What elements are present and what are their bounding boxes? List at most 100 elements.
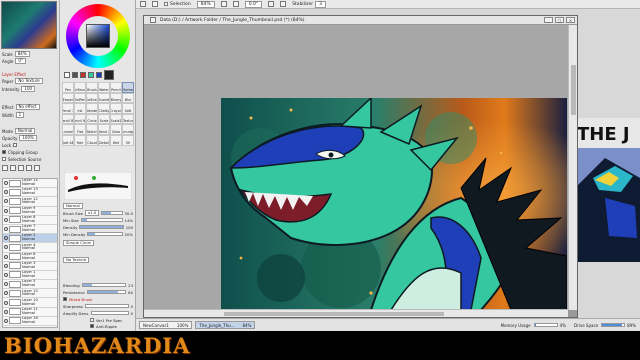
paper-select[interactable]: No Texture xyxy=(15,77,43,85)
layer-visibility-icon[interactable] xyxy=(4,190,8,195)
tool-button[interactable]: Hair xyxy=(74,134,86,146)
layer-visibility-icon[interactable] xyxy=(4,272,8,277)
layer-visibility-icon[interactable] xyxy=(4,181,8,186)
tool-button[interactable]: Soft xyxy=(122,103,134,114)
rotation-select[interactable]: 0.0° xyxy=(244,0,263,8)
tool-button[interactable]: Circle xyxy=(86,113,98,125)
tool-button[interactable]: Sketch xyxy=(86,124,98,135)
flip-icon[interactable] xyxy=(280,1,287,7)
tool-button[interactable]: Soft AB xyxy=(62,134,74,146)
swatch-white[interactable] xyxy=(64,72,70,78)
layer-row[interactable]: Layer 13 Normal xyxy=(3,188,57,198)
layer-visibility-icon[interactable] xyxy=(4,208,8,213)
tool-button[interactable]: Ink xyxy=(74,103,86,114)
tool-button[interactable]: SelEras xyxy=(86,92,98,104)
tool-button[interactable]: Wet xyxy=(110,134,122,146)
swatch-red[interactable] xyxy=(80,72,86,78)
blending-slider[interactable] xyxy=(81,283,127,287)
tool-button[interactable]: Chalky xyxy=(98,103,110,114)
tool-button[interactable]: Pencil NA xyxy=(74,113,86,125)
tool-button[interactable]: Cloud xyxy=(86,134,98,146)
layer-visibility-icon[interactable] xyxy=(4,309,8,314)
selection-toggle[interactable]: Selection xyxy=(164,2,191,7)
angle-value[interactable]: 0° xyxy=(15,57,26,65)
tool-button[interactable]: Pencil BE xyxy=(62,113,74,125)
tool-button[interactable]: Glow xyxy=(110,124,122,135)
tool-button[interactable]: Water xyxy=(98,82,110,93)
zoom-select[interactable]: 84% xyxy=(196,0,215,8)
intensity-value[interactable]: 100 xyxy=(21,85,36,93)
tool-button[interactable]: Scale2 xyxy=(110,113,122,125)
tool-button[interactable]: Blend 2 xyxy=(98,124,110,135)
navigator-preview[interactable] xyxy=(1,1,57,49)
maximize-button[interactable]: □ xyxy=(555,17,564,23)
layer-visibility-icon[interactable] xyxy=(4,318,8,323)
layer-visibility-icon[interactable] xyxy=(4,291,8,296)
layer-visibility-icon[interactable] xyxy=(4,263,8,268)
tool-button[interactable]: Oil xyxy=(122,134,134,146)
density-slider[interactable] xyxy=(79,225,124,229)
layer-visibility-icon[interactable] xyxy=(4,254,8,259)
lock-checkbox[interactable] xyxy=(13,143,18,147)
swatch-gray[interactable] xyxy=(72,72,78,78)
vertical-scrollbar[interactable] xyxy=(568,25,577,310)
selection-source-checkbox[interactable] xyxy=(2,157,6,161)
tool-button[interactable]: Marker xyxy=(122,82,134,93)
layer-row[interactable]: Layer 5 Normal xyxy=(3,280,57,290)
dragon-artwork-canvas[interactable] xyxy=(221,98,567,310)
brush-texture-select[interactable]: No Texture xyxy=(63,256,90,264)
layer-visibility-icon[interactable] xyxy=(4,245,8,250)
blend-mode-select[interactable]: Normal xyxy=(14,127,36,135)
swatch-teal[interactable] xyxy=(88,72,94,78)
layer-visibility-icon[interactable] xyxy=(4,282,8,287)
tool-button[interactable]: Lineart xyxy=(62,124,74,135)
effect-select[interactable]: No effect xyxy=(15,103,40,111)
tool-button[interactable]: Pencil 2 xyxy=(62,103,74,114)
ver1-checkbox[interactable] xyxy=(90,318,94,322)
tool-button[interactable]: Detail xyxy=(98,134,110,146)
brush-size-slider[interactable] xyxy=(101,211,123,215)
canvas-tab-1[interactable]: NewCanvas1 100% xyxy=(139,321,193,329)
layer-row[interactable]: Layer 2 Normal xyxy=(3,234,57,244)
tool-button[interactable]: Scale xyxy=(98,113,110,125)
layer-visibility-icon[interactable] xyxy=(4,199,8,204)
color-wheel[interactable] xyxy=(66,4,130,68)
scale-value[interactable]: 84% xyxy=(14,50,30,58)
tool-button[interactable]: Binary xyxy=(110,92,122,104)
canvas-area[interactable] xyxy=(144,25,568,310)
layer-visibility-icon[interactable] xyxy=(4,300,8,305)
undo-icon[interactable] xyxy=(140,1,146,7)
min-size-slider[interactable] xyxy=(80,218,123,222)
layer-row[interactable]: Layer 16 Normal xyxy=(3,316,57,326)
layer-visibility-icon[interactable] xyxy=(4,227,8,232)
primary-color-swatch[interactable] xyxy=(104,70,114,80)
clipping-group-checkbox[interactable] xyxy=(2,150,6,154)
opacity-value[interactable]: 100% xyxy=(19,134,37,142)
merge-down-icon[interactable] xyxy=(18,165,24,171)
horizontal-scrollbar[interactable] xyxy=(144,309,568,317)
delete-layer-icon[interactable] xyxy=(34,165,40,171)
min-density-slider[interactable] xyxy=(87,232,123,236)
close-button[interactable]: × xyxy=(566,17,575,23)
brush-size-multiplier[interactable]: x1.0 xyxy=(84,209,100,217)
tool-button[interactable]: Bucket xyxy=(98,92,110,104)
brush-mode-select[interactable]: Normal xyxy=(63,202,83,210)
tool-button[interactable]: Pencil xyxy=(110,82,122,93)
tool-button[interactable]: AirBrush xyxy=(74,82,86,93)
selection-checkbox[interactable] xyxy=(164,2,168,6)
canvas-tab-2[interactable]: The_Jungle_Thu... 84% xyxy=(195,321,256,329)
tool-button[interactable]: Pen xyxy=(62,82,74,93)
horizontal-scroll-thumb[interactable] xyxy=(224,312,444,316)
tool-button[interactable]: Crayon xyxy=(110,103,122,114)
tool-button[interactable]: Eraser xyxy=(62,92,74,104)
tool-button[interactable]: Blur xyxy=(122,92,134,104)
new-folder-icon[interactable] xyxy=(10,165,16,171)
zoom-in-icon[interactable] xyxy=(232,1,239,7)
tool-button[interactable]: Flat xyxy=(74,124,86,135)
tool-button[interactable]: Blender xyxy=(86,103,98,114)
amplify-slider[interactable] xyxy=(91,311,129,315)
width-value[interactable]: 1 xyxy=(15,111,25,119)
layer-visibility-icon[interactable] xyxy=(4,217,8,222)
persistence-slider[interactable] xyxy=(86,290,127,294)
swatch-blue[interactable] xyxy=(96,72,102,78)
